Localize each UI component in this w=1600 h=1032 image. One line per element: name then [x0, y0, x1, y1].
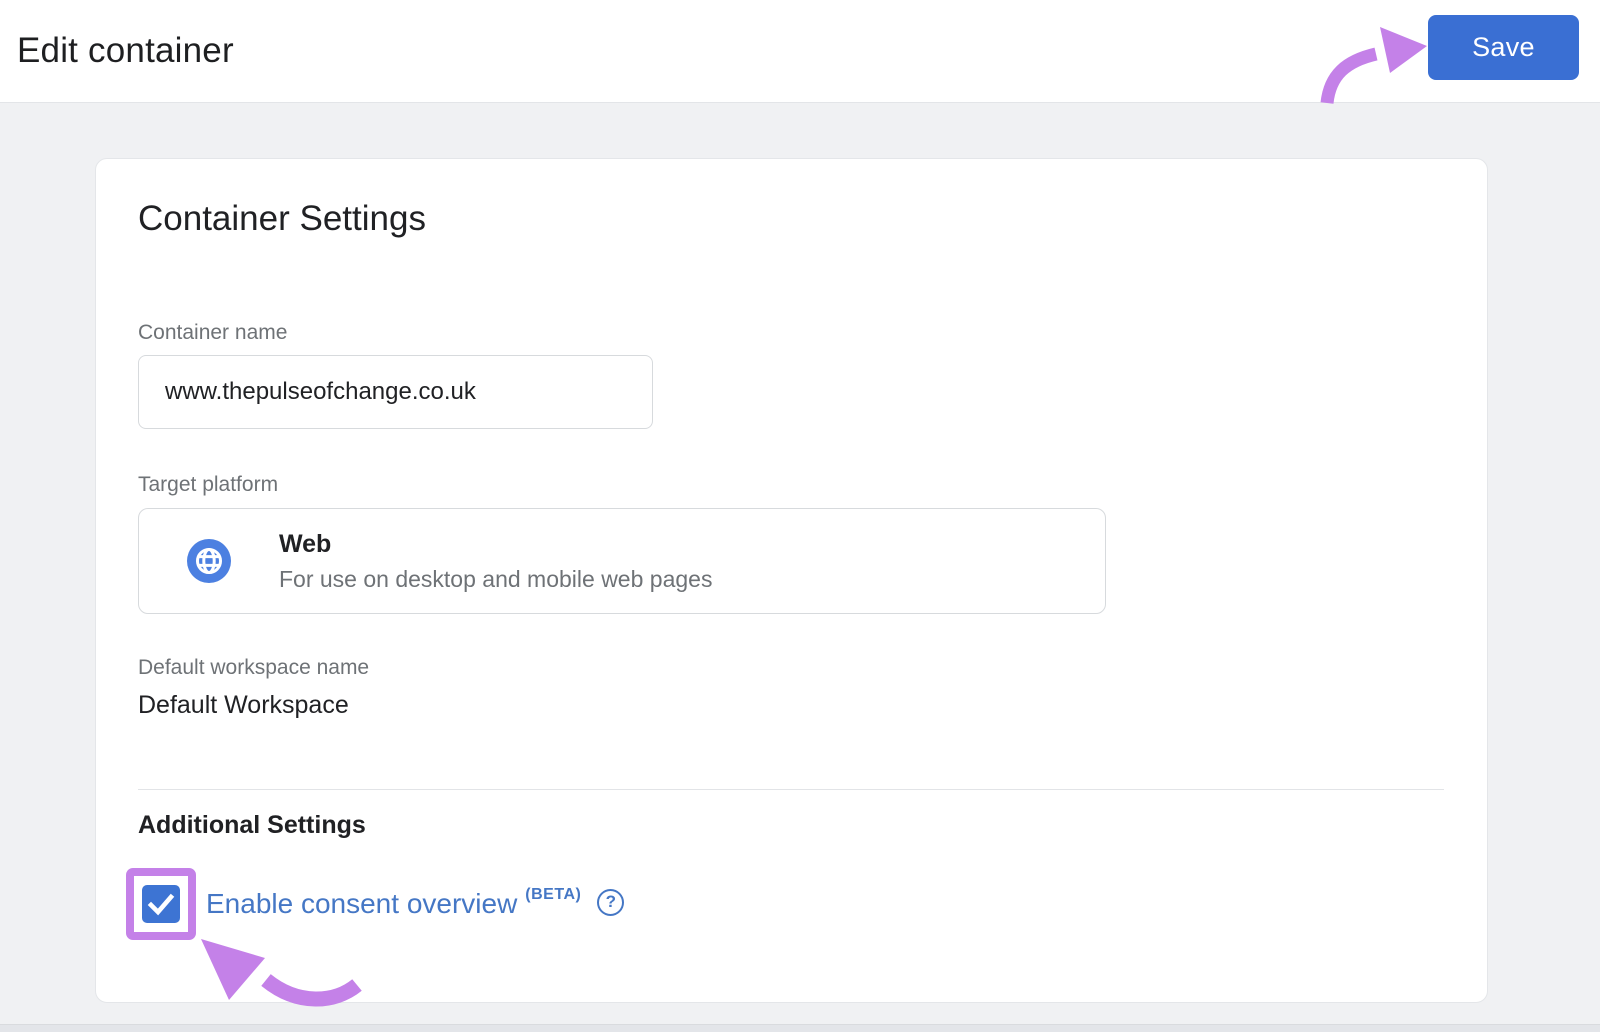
checkbox-highlight-annotation [126, 868, 196, 940]
enable-consent-overview-link[interactable]: Enable consent overview [206, 888, 517, 920]
top-bar: Edit container Save [0, 0, 1600, 103]
platform-description: For use on desktop and mobile web pages [279, 565, 713, 592]
container-name-input[interactable] [138, 355, 653, 429]
beta-badge: (BETA) [525, 886, 582, 903]
window-bottom-edge [0, 1024, 1600, 1032]
default-workspace-label: Default workspace name [138, 656, 370, 679]
platform-option-web[interactable]: Web For use on desktop and mobile web pa… [138, 508, 1106, 614]
platform-text: Web For use on desktop and mobile web pa… [279, 530, 712, 593]
checkmark-icon [147, 893, 175, 916]
container-settings-card: Container Settings Container name Target… [95, 158, 1488, 1003]
section-divider [138, 789, 1444, 790]
card-title: Container Settings [138, 199, 426, 238]
page-title: Edit container [17, 31, 234, 70]
help-icon[interactable]: ? [597, 888, 625, 916]
gtm-edit-container-screen: Edit container Save Container Settings C… [0, 0, 1600, 1032]
save-button[interactable]: Save [1428, 15, 1579, 80]
additional-settings-title: Additional Settings [138, 811, 366, 839]
container-name-label: Container name [138, 321, 288, 344]
target-platform-label: Target platform [138, 473, 279, 496]
default-workspace-value: Default Workspace [138, 691, 349, 719]
globe-icon [187, 539, 231, 583]
platform-name: Web [279, 529, 332, 558]
consent-overview-row: Enable consent overview (BETA) ? [206, 881, 625, 927]
consent-overview-checkbox[interactable] [142, 885, 180, 923]
